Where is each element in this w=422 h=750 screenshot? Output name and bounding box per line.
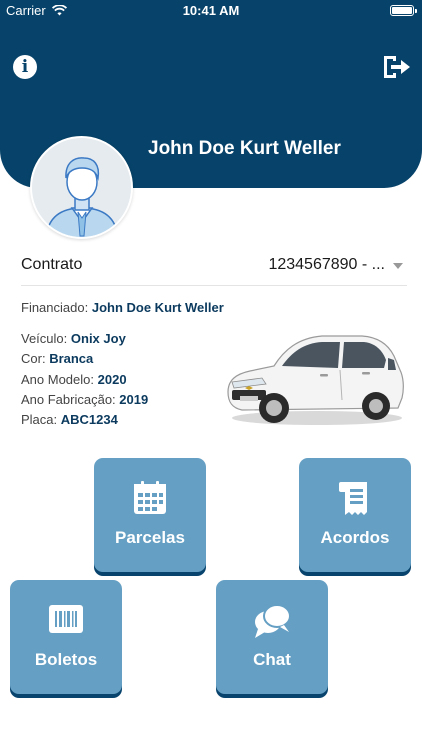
document-icon bbox=[339, 482, 367, 515]
battery-icon bbox=[390, 5, 417, 16]
boletos-label: Boletos bbox=[34, 650, 98, 669]
ano-modelo-label: Ano Modelo: bbox=[21, 372, 94, 387]
cor-row: Cor: Branca bbox=[21, 351, 93, 366]
ano-modelo-row: Ano Modelo: 2020 bbox=[21, 372, 127, 387]
veiculo-value: Onix Joy bbox=[70, 331, 126, 346]
chat-label: Chat bbox=[253, 650, 291, 669]
parcelas-button[interactable]: Parcelas bbox=[94, 458, 206, 572]
calendar-icon bbox=[134, 481, 166, 514]
status-time: 10:41 AM bbox=[182, 3, 240, 18]
user-name: John Doe Kurt Weller bbox=[148, 138, 341, 159]
contract-value: 1234567890 - ... bbox=[268, 256, 385, 273]
chevron-down-icon bbox=[393, 263, 403, 269]
cor-value: Branca bbox=[49, 351, 94, 366]
chat-icon bbox=[255, 604, 291, 638]
chat-button[interactable]: Chat bbox=[216, 580, 328, 694]
avatar-illustration bbox=[32, 138, 131, 237]
contract-label: Contrato bbox=[21, 256, 83, 273]
placa-row: Placa: ABC1234 bbox=[21, 412, 118, 427]
acordos-button[interactable]: Acordos bbox=[299, 458, 411, 572]
info-icon[interactable]: i bbox=[13, 55, 37, 79]
barcode-icon bbox=[49, 605, 83, 633]
ano-modelo-value: 2020 bbox=[97, 372, 127, 387]
cor-label: Cor: bbox=[21, 351, 46, 366]
status-bar: Carrier 10:41 AM bbox=[0, 0, 422, 22]
placa-label: Placa: bbox=[21, 412, 58, 427]
ano-fabricacao-row: Ano Fabricação: 2019 bbox=[21, 392, 148, 407]
acordos-label: Acordos bbox=[320, 528, 390, 547]
financiado-label: Financiado: bbox=[21, 300, 89, 315]
placa-value: ABC1234 bbox=[60, 412, 118, 427]
ano-fabricacao-label: Ano Fabricação: bbox=[21, 392, 116, 407]
contract-selector[interactable]: Contrato 1234567890 - ... bbox=[21, 250, 407, 286]
boletos-button[interactable]: Boletos bbox=[10, 580, 122, 694]
veiculo-label: Veículo: bbox=[21, 331, 68, 346]
car-image bbox=[227, 335, 404, 425]
financiado-value: John Doe Kurt Weller bbox=[91, 300, 224, 315]
ano-fabricacao-value: 2019 bbox=[119, 392, 149, 407]
financiado-row: Financiado: John Doe Kurt Weller bbox=[21, 300, 224, 315]
contract-dropdown[interactable]: 1234567890 - ... bbox=[268, 256, 403, 274]
veiculo-row: Veículo: Onix Joy bbox=[21, 331, 126, 346]
logout-icon[interactable] bbox=[382, 54, 412, 80]
avatar bbox=[30, 136, 133, 239]
parcelas-label: Parcelas bbox=[115, 528, 185, 547]
